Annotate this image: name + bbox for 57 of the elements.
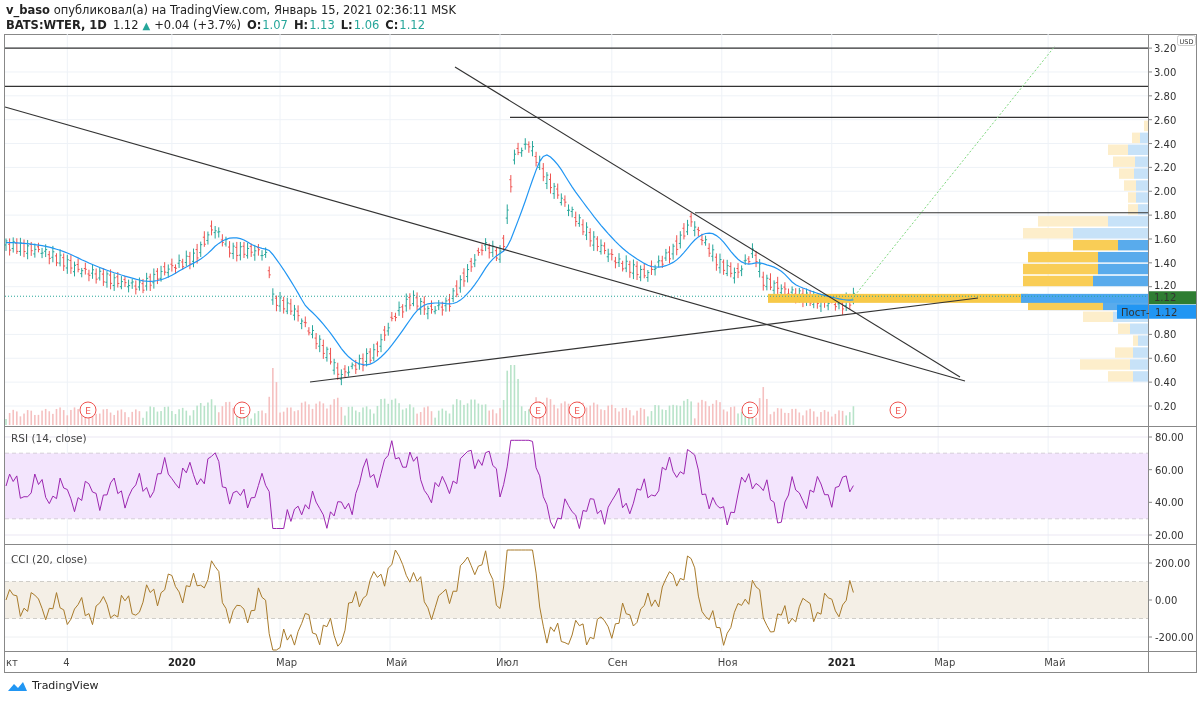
earnings-marker[interactable]: E — [568, 401, 586, 419]
price-tick-label: 2.40 — [1154, 138, 1177, 150]
up-arrow-icon: ▲ — [142, 18, 151, 33]
price-tick-label: 0.20 — [1154, 401, 1177, 412]
ohlc-value: 1.06 — [353, 18, 380, 33]
ohlc-value: 1.13 — [309, 18, 335, 33]
rsi-tick-label: 60.00 — [1155, 464, 1184, 476]
price-tick-label: 1.80 — [1154, 210, 1177, 222]
price-tick-label: 1.40 — [1154, 257, 1177, 269]
earnings-marker[interactable]: E — [529, 401, 547, 419]
ohlc-label: C: — [385, 18, 399, 33]
earnings-marker[interactable]: E — [889, 401, 907, 419]
price-tick-label: 0.60 — [1154, 353, 1177, 365]
time-axis-label: Мар — [276, 657, 298, 668]
time-axis-label: Май — [1044, 657, 1066, 668]
time-axis-label: Мар — [934, 657, 956, 668]
price-change: +0.04 (+3.7%) — [154, 18, 241, 33]
price-tick-label: 0.40 — [1154, 377, 1177, 389]
last-price-badge: 1.12 — [1149, 291, 1196, 305]
rsi-tick-label: 80.00 — [1155, 432, 1184, 443]
price-tick-label: 1.20 — [1154, 279, 1177, 291]
price-tick-label: 2.20 — [1154, 162, 1177, 174]
price-tick-label: 3.20 — [1154, 43, 1177, 55]
time-axis-label: Ноя — [717, 657, 738, 668]
brand-name: TradingView — [32, 679, 99, 692]
cci-tick-label: 0.00 — [1155, 595, 1178, 606]
time-axis-label: Сен — [607, 657, 628, 668]
time-axis-label: 2021 — [827, 657, 856, 668]
earnings-marker[interactable]: E — [741, 401, 759, 419]
ohlc-label: L: — [340, 18, 353, 33]
cci-tick-label: 200.00 — [1155, 558, 1190, 569]
price-tick-label: 2.80 — [1154, 90, 1177, 102]
cci-tick-label: -200.00 — [1155, 632, 1194, 643]
ohlc-value: 1.12 — [399, 18, 425, 33]
ohlc-label: H: — [293, 18, 309, 33]
price-tick-label: 2.60 — [1154, 114, 1177, 126]
time-axis-label: 4 — [63, 657, 70, 668]
time-axis-label: Май — [386, 657, 408, 668]
ohlc-label: O: — [246, 18, 262, 33]
time-axis-label: 2020 — [167, 657, 196, 668]
publish-info: v_baso опубликовал(а) на TradingView.com, Январь 15, 2021 02:36:11 MSK — [6, 3, 457, 18]
earnings-marker[interactable]: E — [233, 401, 251, 419]
last-price: 1.12 — [112, 18, 139, 33]
earnings-marker[interactable]: E — [79, 401, 97, 419]
pane-title: CCI (20, close) — [11, 553, 88, 565]
price-tick-label: 0.80 — [1154, 329, 1177, 341]
rsi-tick-label: 20.00 — [1155, 530, 1184, 541]
price-tick-label: 1.60 — [1154, 234, 1177, 245]
poc-price-badge: 1.12 — [1149, 304, 1196, 319]
ohlc-value: 1.07 — [262, 18, 288, 33]
time-axis-label: кт — [6, 657, 18, 668]
rsi-tick-label: 40.00 — [1155, 497, 1184, 509]
pane-title: RSI (14, close) — [11, 432, 87, 444]
symbol-label: BATS:WTER, 1D — [6, 18, 107, 33]
time-axis-label: Июл — [496, 657, 519, 668]
price-tick-label: 2.00 — [1154, 186, 1177, 198]
price-tick-label: 3.00 — [1154, 66, 1177, 78]
